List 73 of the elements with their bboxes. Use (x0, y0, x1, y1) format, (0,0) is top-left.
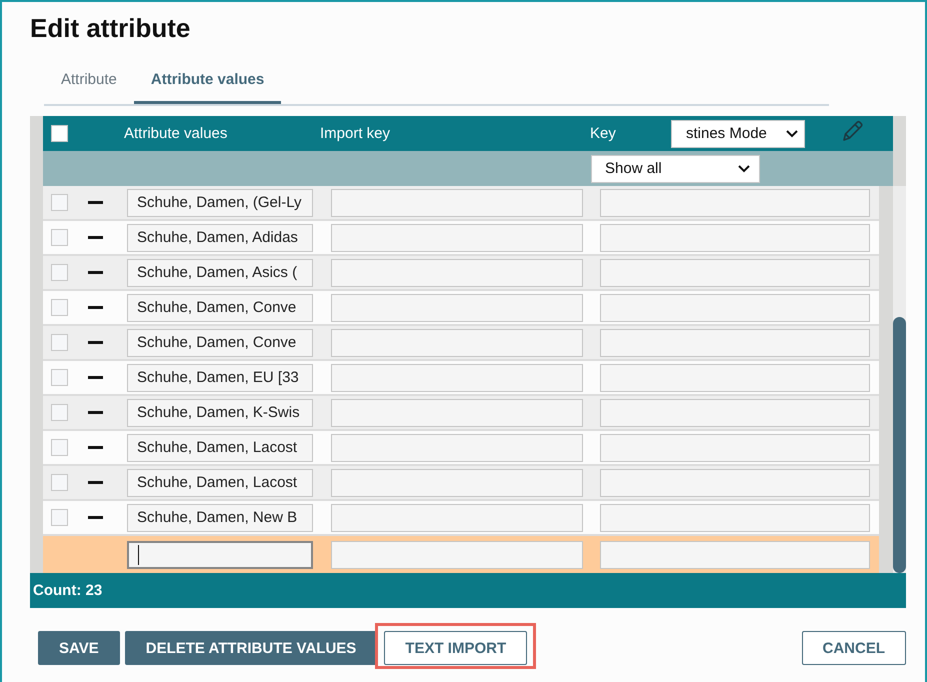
attribute-value-field[interactable] (127, 540, 313, 568)
column-header: Key (590, 125, 617, 142)
import-key-field[interactable] (331, 540, 583, 568)
row-checkbox[interactable] (51, 509, 68, 526)
key-field[interactable] (600, 540, 870, 568)
column-header: Import key (320, 125, 392, 142)
import-key-field[interactable] (331, 328, 583, 356)
select-all-checkbox[interactable] (51, 125, 68, 142)
text-cursor-icon (138, 544, 139, 564)
minus-icon[interactable] (88, 481, 103, 484)
filter-dropdown[interactable]: Show all (591, 154, 760, 182)
minus-icon[interactable] (88, 446, 103, 449)
minus-icon[interactable] (88, 376, 103, 379)
column-header: Attribute values (124, 125, 228, 142)
import-key-field[interactable] (331, 468, 583, 496)
key-field[interactable] (600, 468, 870, 496)
key-field[interactable] (600, 258, 870, 286)
chevron-down-icon (738, 164, 750, 172)
row-checkbox[interactable] (51, 229, 68, 246)
cancel-button[interactable]: CANCEL (802, 631, 906, 665)
import-key-field[interactable] (331, 434, 583, 462)
minus-icon[interactable] (88, 516, 103, 519)
attribute-value-field[interactable]: Schuhe, Damen, Conve (127, 294, 313, 322)
row-checkbox[interactable] (51, 299, 68, 316)
minus-icon[interactable] (88, 201, 103, 204)
import-key-field[interactable] (331, 504, 583, 532)
pencil-icon[interactable] (843, 120, 863, 141)
row-checkbox[interactable] (51, 334, 68, 351)
attribute-value-field[interactable]: Schuhe, Damen, Conve (127, 328, 313, 356)
tab[interactable]: Attribute (44, 58, 134, 104)
minus-icon[interactable] (88, 236, 103, 239)
minus-icon[interactable] (88, 341, 103, 344)
key-field[interactable] (600, 294, 870, 322)
attribute-value-field[interactable]: Schuhe, Damen, K-Swis (127, 398, 313, 426)
row-checkbox[interactable] (51, 439, 68, 456)
key-field[interactable] (600, 188, 870, 216)
attribute-value-field[interactable]: Schuhe, Damen, (Gel-Ly (127, 188, 313, 216)
row-checkbox[interactable] (51, 194, 68, 211)
action-button[interactable]: DELETE ATTRIBUTE VALUES (124, 631, 378, 665)
import-key-field[interactable] (331, 224, 583, 252)
attribute-value-field[interactable]: Schuhe, Damen, Adidas (127, 224, 313, 252)
attribute-value-field[interactable]: Schuhe, Damen, Asics ( (127, 258, 313, 286)
tab[interactable]: Attribute values (134, 58, 282, 104)
key-field[interactable] (600, 504, 870, 532)
scrollbar-thumb[interactable] (893, 317, 906, 573)
count-label: Count: 23 (33, 582, 102, 599)
attribute-value-field[interactable]: Schuhe, Damen, EU [33 (127, 364, 313, 392)
import-key-field[interactable] (331, 398, 583, 426)
key-field[interactable] (600, 398, 870, 426)
import-key-field[interactable] (331, 188, 583, 216)
row-checkbox[interactable] (51, 474, 68, 491)
import-key-field[interactable] (331, 294, 583, 322)
import-key-field[interactable] (331, 258, 583, 286)
row-checkbox[interactable] (51, 369, 68, 386)
key-field[interactable] (600, 364, 870, 392)
scrollbar-track[interactable] (893, 186, 906, 573)
minus-icon[interactable] (88, 411, 103, 414)
row-checkbox[interactable] (51, 264, 68, 281)
key-field[interactable] (600, 328, 870, 356)
action-button[interactable]: SAVE (38, 631, 120, 665)
minus-icon[interactable] (88, 271, 103, 274)
attribute-value-field[interactable]: Schuhe, Damen, Lacost (127, 468, 313, 496)
key-field[interactable] (600, 434, 870, 462)
key-field[interactable] (600, 224, 870, 252)
attribute-value-field[interactable]: Schuhe, Damen, Lacost (127, 434, 313, 462)
dialog-title: Edit attribute (29, 12, 192, 44)
chevron-down-icon (786, 130, 798, 138)
action-button[interactable]: TEXT IMPORT (384, 631, 528, 665)
import-key-field[interactable] (331, 364, 583, 392)
minus-icon[interactable] (88, 306, 103, 309)
attribute-value-field[interactable]: Schuhe, Damen, New B (127, 504, 313, 532)
key-dropdown[interactable]: stines Mode (671, 120, 805, 148)
row-checkbox[interactable] (51, 404, 68, 421)
